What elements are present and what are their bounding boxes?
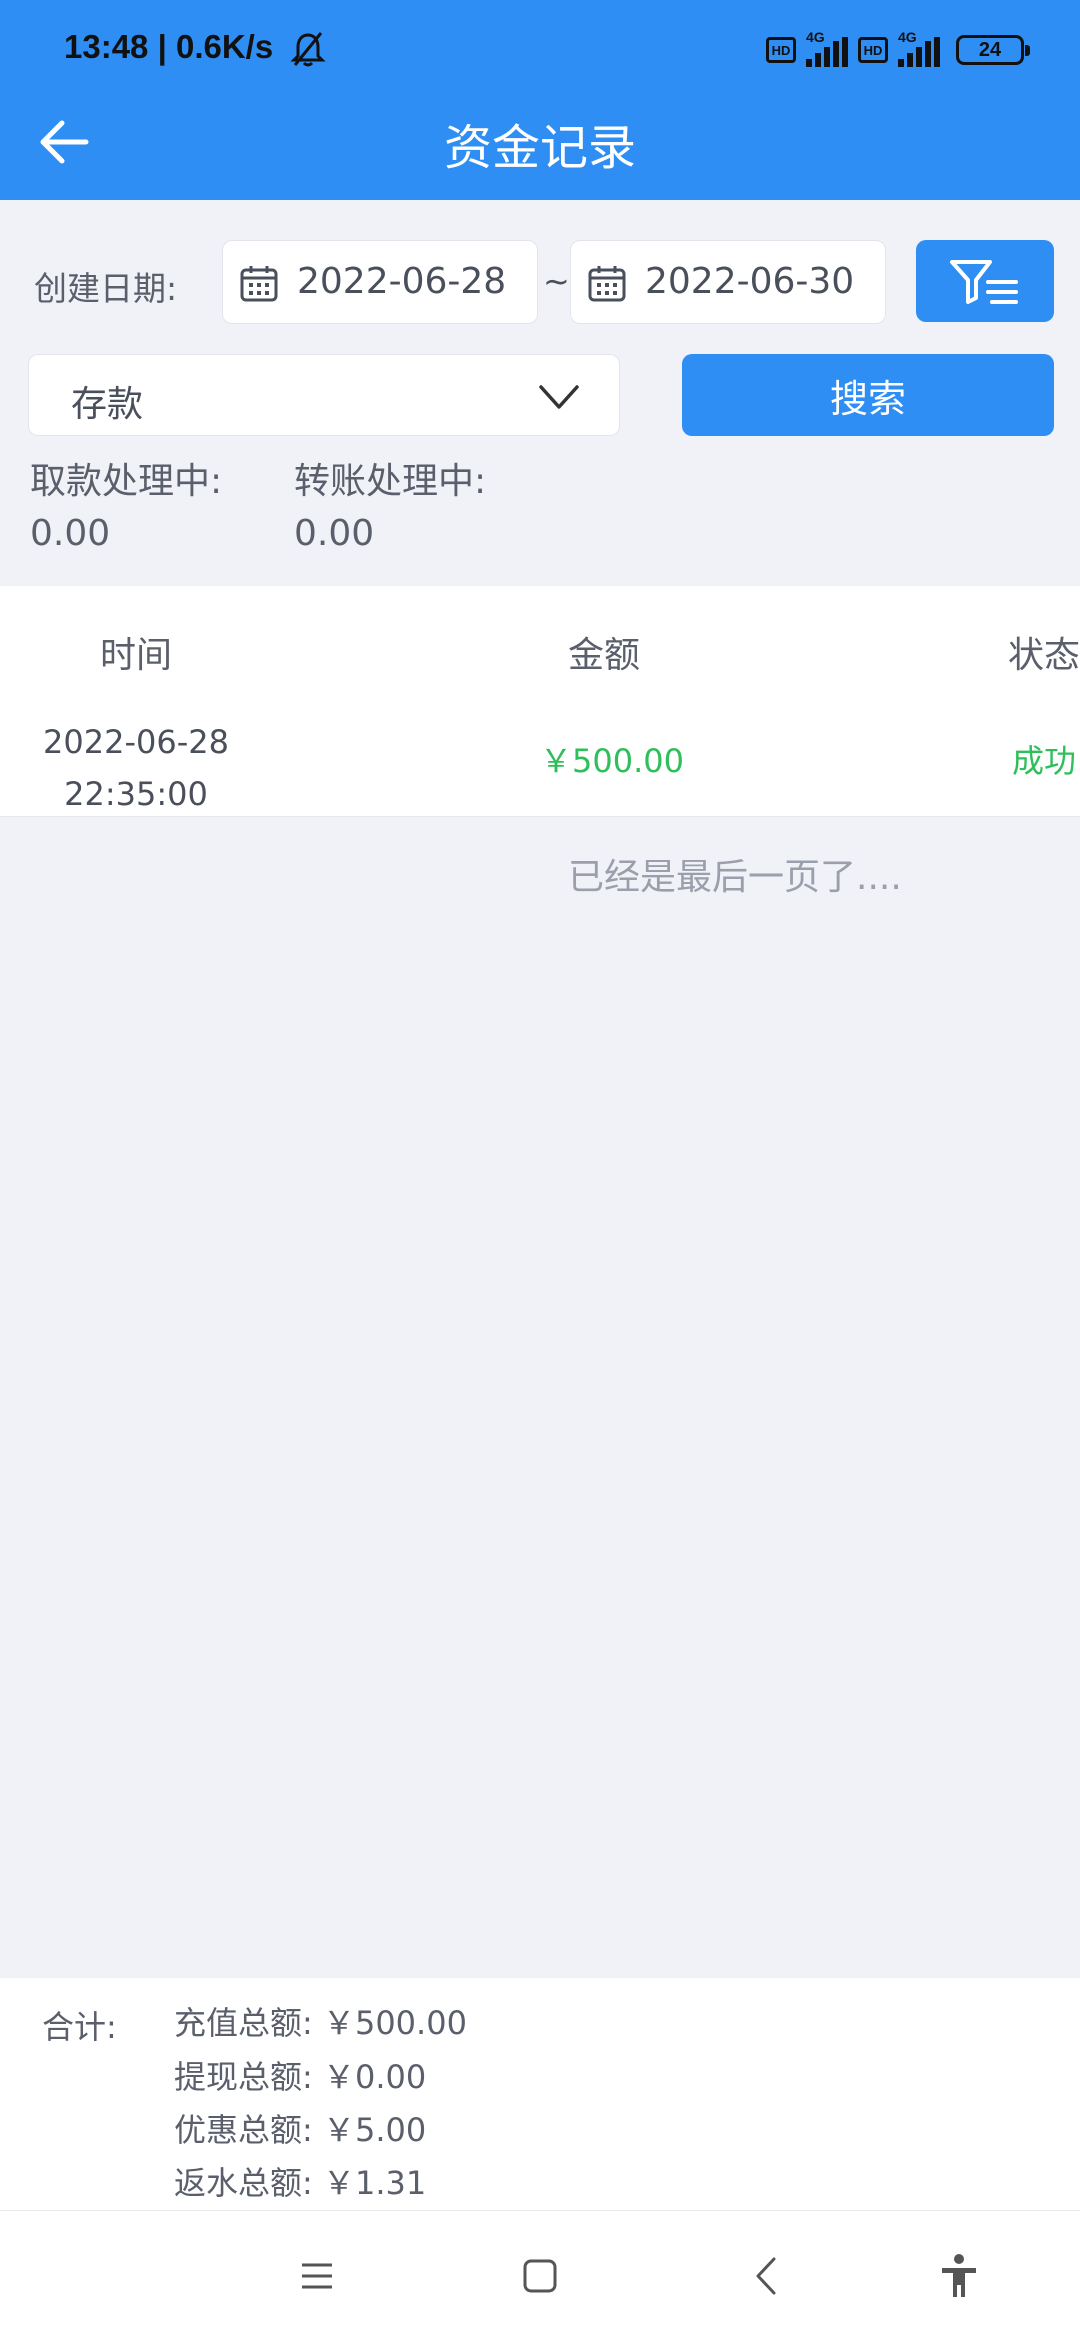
type-select[interactable]: 存款 bbox=[28, 354, 620, 436]
hd-icon: HD bbox=[766, 37, 796, 63]
start-date-value: 2022-06-28 bbox=[297, 261, 507, 302]
back-nav-icon[interactable] bbox=[742, 2251, 792, 2301]
summary-rebate-total: 返水总额: ￥1.31 bbox=[174, 2164, 427, 2202]
page-title: 资金记录 bbox=[443, 120, 636, 176]
transfer-pending: 转账处理中: 0.00 bbox=[294, 456, 486, 560]
battery-icon: 24 bbox=[956, 35, 1030, 65]
transfer-pending-label: 转账处理中: bbox=[294, 461, 487, 502]
home-icon[interactable] bbox=[515, 2251, 565, 2301]
withdraw-pending-label: 取款处理中: bbox=[30, 461, 223, 502]
summary-label: 合计: bbox=[42, 2008, 117, 2046]
summary-withdraw-total: 提现总额: ￥0.00 bbox=[174, 2058, 427, 2096]
calendar-icon bbox=[588, 266, 626, 302]
chevron-down-icon bbox=[539, 385, 579, 409]
row-amount: ￥500.00 bbox=[540, 742, 684, 780]
summary-panel: 合计: 充值总额: ￥500.00 提现总额: ￥0.00 优惠总额: ￥5.0… bbox=[0, 1978, 1080, 2210]
end-date-field[interactable]: 2022-06-30 bbox=[570, 240, 886, 324]
withdraw-pending: 取款处理中: 0.00 bbox=[30, 456, 222, 560]
column-header-time: 时间 bbox=[100, 635, 173, 676]
summary-deposit-total: 充值总额: ￥500.00 bbox=[174, 2004, 467, 2042]
app-header: 13:48 | 0.6K/s HD 4G HD 4G 24 资金记录 bbox=[0, 0, 1080, 200]
signal-icon: 4G bbox=[898, 29, 940, 67]
row-datetime: 2022-06-28 22:35:00 bbox=[0, 716, 272, 820]
withdraw-pending-value: 0.00 bbox=[30, 513, 111, 554]
row-status: 成功 bbox=[1012, 742, 1077, 780]
records-table: 时间 金额 状态 2022-06-28 22:35:00 ￥500.00 成功 bbox=[0, 586, 1080, 817]
date-label: 创建日期: bbox=[34, 269, 178, 308]
column-header-amount: 金额 bbox=[568, 635, 641, 676]
end-date-value: 2022-06-30 bbox=[645, 261, 855, 302]
hd-icon: HD bbox=[858, 37, 888, 63]
filter-icon bbox=[950, 260, 1018, 304]
start-date-field[interactable]: 2022-06-28 bbox=[222, 240, 538, 324]
network-type-label: 4G bbox=[806, 29, 825, 45]
row-time: 22:35:00 bbox=[64, 775, 208, 813]
status-time: 13:48 | 0.6K/s bbox=[64, 28, 274, 65]
accessibility-icon[interactable] bbox=[934, 2251, 984, 2301]
network-type-label: 4G bbox=[898, 29, 917, 45]
search-button[interactable]: 搜索 bbox=[682, 354, 1054, 436]
end-of-list-message: 已经是最后一页了.... bbox=[568, 857, 902, 898]
type-select-value: 存款 bbox=[71, 384, 144, 425]
date-separator: ~ bbox=[543, 262, 570, 300]
transfer-pending-value: 0.00 bbox=[294, 513, 375, 554]
system-nav-bar bbox=[0, 2210, 1080, 2341]
status-indicators: HD 4G HD 4G 24 bbox=[766, 29, 1030, 70]
summary-bonus-total: 优惠总额: ￥5.00 bbox=[174, 2111, 427, 2149]
row-date: 2022-06-28 bbox=[43, 723, 229, 761]
column-header-status: 状态 bbox=[1008, 635, 1080, 676]
menu-icon[interactable] bbox=[292, 2251, 342, 2301]
calendar-icon bbox=[240, 266, 278, 302]
filter-button[interactable] bbox=[916, 240, 1054, 322]
signal-icon: 4G bbox=[806, 29, 848, 67]
bell-muted-icon bbox=[290, 32, 326, 67]
